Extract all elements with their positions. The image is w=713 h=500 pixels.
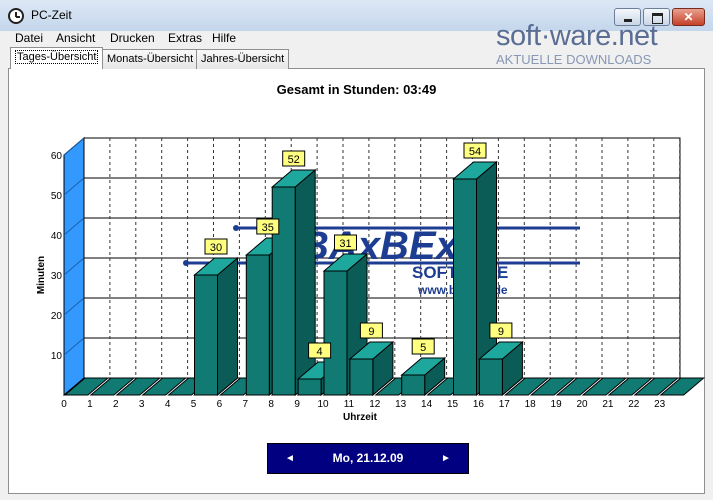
x-tick-label: 11 xyxy=(344,399,355,410)
x-tick-label: 20 xyxy=(576,399,588,410)
bar-hour-10 xyxy=(323,270,348,396)
watermark-name: BAxBEx xyxy=(300,224,460,268)
daily-bar-chart: BAxBExSOFTWAREwww.baxbex.de3035524319554… xyxy=(36,136,706,423)
x-tick-label: 19 xyxy=(551,399,563,410)
y-axis-title: Minuten xyxy=(36,256,47,294)
x-tick-label: 8 xyxy=(268,399,274,410)
y-tick-label: 20 xyxy=(51,311,63,322)
bar-side xyxy=(217,256,238,397)
bar-hour-16 xyxy=(478,358,503,396)
x-tick-label: 3 xyxy=(139,399,145,410)
y-tick-label: 50 xyxy=(51,191,63,202)
x-tick-label: 5 xyxy=(191,399,197,410)
x-tick-label: 14 xyxy=(421,399,433,410)
x-tick-label: 21 xyxy=(602,399,614,410)
data-label: 4 xyxy=(317,346,323,358)
watermark-dot xyxy=(183,260,189,266)
bar-hour-9 xyxy=(297,378,322,396)
x-tick-label: 2 xyxy=(113,399,119,410)
bar-hour-8 xyxy=(271,186,296,396)
bar-hour-15 xyxy=(453,178,477,396)
x-tick-label: 16 xyxy=(473,399,485,410)
x-tick-label: 23 xyxy=(654,399,666,410)
bar-hour-11 xyxy=(349,358,374,396)
x-tick-label: 6 xyxy=(217,399,223,410)
data-label: 5 xyxy=(420,342,426,354)
x-tick-label: 13 xyxy=(395,399,407,410)
y-tick-label: 10 xyxy=(51,351,63,362)
bar-hour-5 xyxy=(194,274,218,396)
x-tick-label: 18 xyxy=(525,399,537,410)
x-tick-label: 10 xyxy=(317,399,329,410)
data-label: 35 xyxy=(262,222,274,234)
watermark-dot xyxy=(233,225,239,231)
x-tick-label: 12 xyxy=(369,399,381,410)
y-tick-label: 40 xyxy=(51,231,63,242)
data-label: 9 xyxy=(368,326,374,338)
x-tick-label: 9 xyxy=(294,399,300,410)
data-label: 54 xyxy=(469,146,481,158)
bar-side xyxy=(294,168,316,397)
x-tick-label: 0 xyxy=(61,399,67,410)
x-tick-label: 1 xyxy=(87,399,93,410)
data-label: 52 xyxy=(288,154,300,166)
bar-hour-7 xyxy=(245,254,270,396)
data-label: 30 xyxy=(210,242,222,254)
date-navigator: ◄ Mo, 21.12.09 ► xyxy=(267,443,469,474)
x-tick-label: 22 xyxy=(628,399,640,410)
y-tick-label: 30 xyxy=(51,271,63,282)
next-day-button[interactable]: ► xyxy=(436,444,456,473)
x-axis-title: Uhrzeit xyxy=(343,412,378,423)
data-label: 9 xyxy=(498,326,504,338)
x-tick-label: 15 xyxy=(447,399,459,410)
data-label: 31 xyxy=(339,238,351,250)
x-tick-label: 4 xyxy=(165,399,171,410)
y-tick-label: 60 xyxy=(51,151,63,162)
x-tick-label: 17 xyxy=(499,399,511,410)
x-tick-label: 7 xyxy=(243,399,249,410)
bar-hour-13 xyxy=(401,374,426,396)
